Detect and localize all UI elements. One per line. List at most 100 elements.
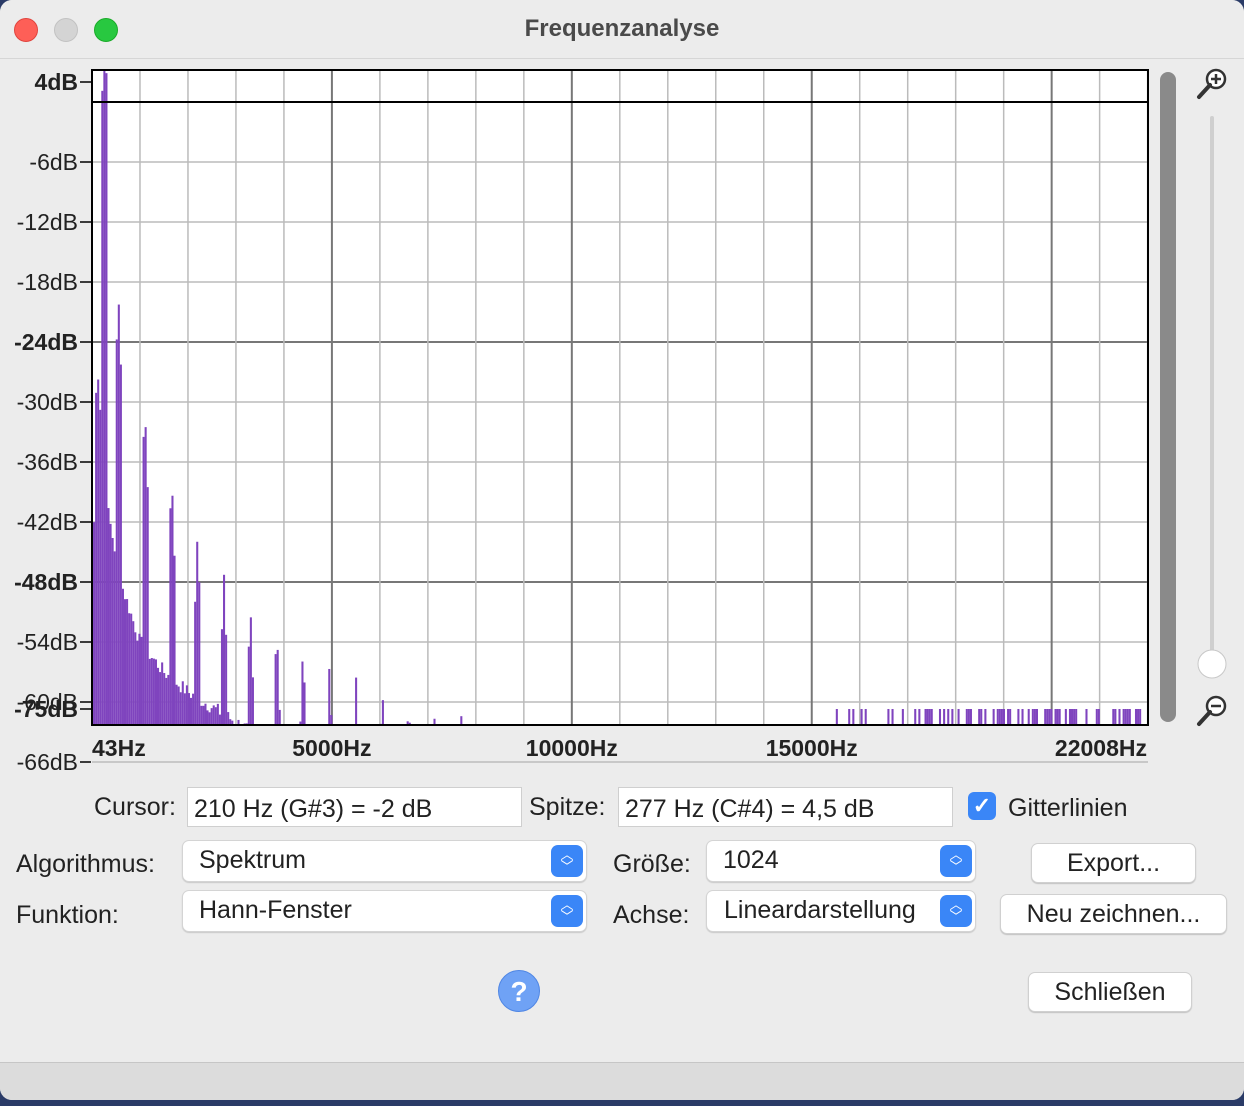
algorithm-select-value: Spektrum [199,846,306,874]
spectrum-bar [1048,709,1051,725]
spectrum-bar [194,601,197,725]
size-select[interactable]: 1024 ︿ ﹀ [706,840,976,882]
close-button[interactable]: Schließen [1028,972,1192,1012]
spectrum-bar [130,613,133,725]
spectrum-bar [1112,709,1115,725]
spectrum-bar [187,693,191,725]
frequency-analysis-window: Frequenzanalyse 4dB -6dB -12dB -18dB -24dB -3… [0,0,1244,1100]
spectrum-bar [156,667,160,725]
spectrum-bar [138,633,141,725]
spectrum-bar [202,705,205,725]
x-tick-label: 22008Hz [1055,735,1147,761]
x-tick-label: 5000Hz [292,735,371,761]
axis-label: Achse: [613,901,690,929]
y-tick-label: -42dB [17,509,78,535]
vertical-range-scrollbar[interactable] [1160,72,1176,722]
spectrum-bar [930,709,933,725]
spectrum-bar [177,686,180,725]
spectrum-bar [111,538,114,725]
spectrum-bar [984,709,987,725]
spectrum-bar [303,682,306,725]
x-tick-label: 43Hz [92,735,146,761]
spectrum-bar [460,716,463,725]
spectrum-bar [181,681,184,725]
grid-checkbox[interactable]: ✓ [968,792,996,820]
spectrum-bar [105,73,108,726]
grid-checkbox-label[interactable]: Gitterlinien [1008,794,1128,823]
spectrum-bar [136,640,139,725]
spectrum-bar [1137,709,1140,725]
spectrum-bar [148,658,151,725]
spectrum-bar [206,710,209,725]
spectrum-plot: 4dB -6dB -12dB -18dB -24dB -30dB -36dB -42dB -48… [14,68,1227,770]
x-tick-label: 15000Hz [766,735,858,761]
axis-select[interactable]: Lineardarstellung ︿ ﹀ [706,890,976,932]
export-button[interactable]: Export... [1031,843,1196,883]
spectrum-bar [1007,709,1010,725]
y-tick-label: -54dB [17,629,78,655]
spectrum-bar [1044,709,1047,725]
help-icon: ? [510,976,528,1007]
spectrum-bar [1027,709,1030,725]
spectrum-bar [891,709,894,725]
spectrum-bar [938,709,942,725]
function-select[interactable]: Hann-Fenster ︿ ﹀ [182,890,587,932]
spectrum-bar [97,379,100,725]
spectrum-bar [864,709,867,725]
spectrum-bar [1075,709,1078,725]
help-button[interactable]: ? [498,970,540,1012]
spectrum-bar [1009,709,1012,725]
spectrum-bar [196,541,199,725]
spectrum-bar [1017,709,1020,725]
spectrum-bar [355,677,358,725]
redraw-button[interactable]: Neu zeichnen... [1000,894,1227,934]
spectrum-bar [93,522,96,725]
y-tick-label: -66dB [17,749,78,770]
spectrum-bar [144,427,147,725]
peak-label: Spitze: [529,793,606,821]
spectrum-bar [126,599,129,725]
y-tick-label: 4dB [35,69,78,95]
y-tick-label: -6dB [29,149,78,175]
spectrum-bar [1085,709,1088,725]
spectrum-bar [161,662,164,725]
peak-value-field[interactable]: 277 Hz (C#4) = 4,5 dB [618,787,953,827]
spectrum-bar [227,712,230,725]
y-tick-label: -36dB [17,449,78,475]
spectrum-bar [860,709,863,725]
spectrum-bar [103,70,106,725]
spectrum-bar [1128,709,1131,725]
spectrum-bar [173,555,176,725]
spectrum-bar [1046,709,1049,725]
spectrum-bar [247,646,250,725]
x-tick-label: 10000Hz [526,735,618,761]
cursor-value-field[interactable]: 210 Hz (G#3) = -2 dB [187,787,522,827]
spectrum-bar [918,709,921,725]
spectrum-bar [208,712,211,725]
axis-select-value: Lineardarstellung [724,896,916,924]
spectrum-bar [190,697,193,725]
spectrum-bar [998,709,1001,725]
algorithm-select[interactable]: Spektrum ︿ ﹀ [182,840,587,882]
zoom-out-icon[interactable] [1197,695,1227,726]
spectrum-bar [328,668,331,725]
zoom-slider-thumb[interactable] [1197,649,1227,679]
window-bottom-bar [0,1062,1244,1100]
spectrum-bar [167,674,170,725]
spectrum-bar [980,709,983,725]
spectrum-bar [95,392,98,725]
spectrum-bar [1058,709,1061,725]
spectrum-bar [113,551,116,725]
zoom-in-icon[interactable] [1197,68,1227,99]
spectrum-bar [200,705,203,725]
y-tick-label: -24dB [14,329,78,355]
spectrum-bar [926,709,929,725]
spectrum-bar [198,582,201,725]
spectrum-bar [276,649,279,725]
spectrum-bar [1035,709,1038,725]
spectrum-bar [1122,709,1125,725]
cursor-label: Cursor: [94,793,176,821]
spectrum-bar [1114,709,1117,725]
spectrum-bar [1033,709,1036,725]
spectrum-bar [119,364,122,725]
